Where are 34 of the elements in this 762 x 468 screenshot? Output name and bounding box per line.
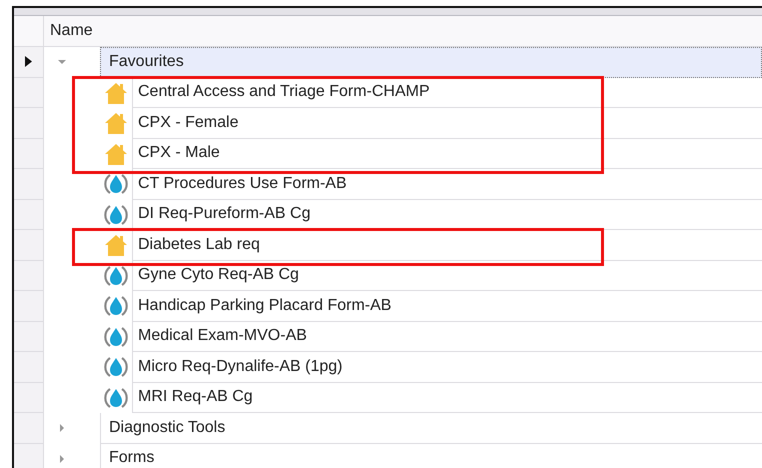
house-icon <box>104 80 128 105</box>
row-selector-cell[interactable] <box>14 413 44 444</box>
row-selector-cell[interactable] <box>14 78 44 108</box>
row-selector-cell[interactable] <box>14 322 44 352</box>
row-selector-cell[interactable] <box>14 444 44 468</box>
row-selector-cell[interactable] <box>14 260 44 291</box>
row-selector-cell[interactable] <box>14 138 44 169</box>
group-row[interactable]: Favourites <box>100 47 762 78</box>
group-row[interactable]: Forms <box>100 444 762 468</box>
row-selector-cell[interactable] <box>14 291 44 322</box>
form-row[interactable]: Handicap Parking Placard Form-AB <box>132 291 762 322</box>
form-row[interactable]: Diabetes Lab req <box>132 230 762 260</box>
row-selector-cell[interactable] <box>14 47 44 78</box>
form-row[interactable]: DI Req-Pureform-AB Cg <box>132 200 762 230</box>
house-icon <box>104 233 128 258</box>
row-selector-cell[interactable] <box>14 230 44 260</box>
form-row[interactable]: Micro Req-Dynalife-AB (1pg) <box>132 352 762 382</box>
form-row[interactable]: CT Procedures Use Form-AB <box>132 169 762 200</box>
form-row[interactable]: Medical Exam-MVO-AB <box>132 322 762 352</box>
form-row[interactable]: CPX - Male <box>132 138 762 169</box>
row-selector-cell[interactable] <box>14 169 44 200</box>
house-icon <box>104 142 128 166</box>
form-row[interactable]: MRI Req-AB Cg <box>132 382 762 413</box>
row-selector-cell[interactable] <box>14 200 44 230</box>
expand-arrow-icon[interactable] <box>58 424 66 432</box>
expand-arrow-icon[interactable] <box>58 454 66 463</box>
row-selector-cell[interactable] <box>14 352 44 382</box>
form-row[interactable]: Central Access and Triage Form-CHAMP <box>132 78 762 108</box>
house-icon <box>104 111 128 136</box>
row-selector-cell[interactable] <box>14 108 44 138</box>
group-row[interactable]: Diagnostic Tools <box>100 413 762 444</box>
row-selector-cell[interactable] <box>14 382 44 413</box>
collapse-arrow-icon[interactable] <box>58 58 66 66</box>
form-row[interactable]: CPX - Female <box>132 108 762 138</box>
